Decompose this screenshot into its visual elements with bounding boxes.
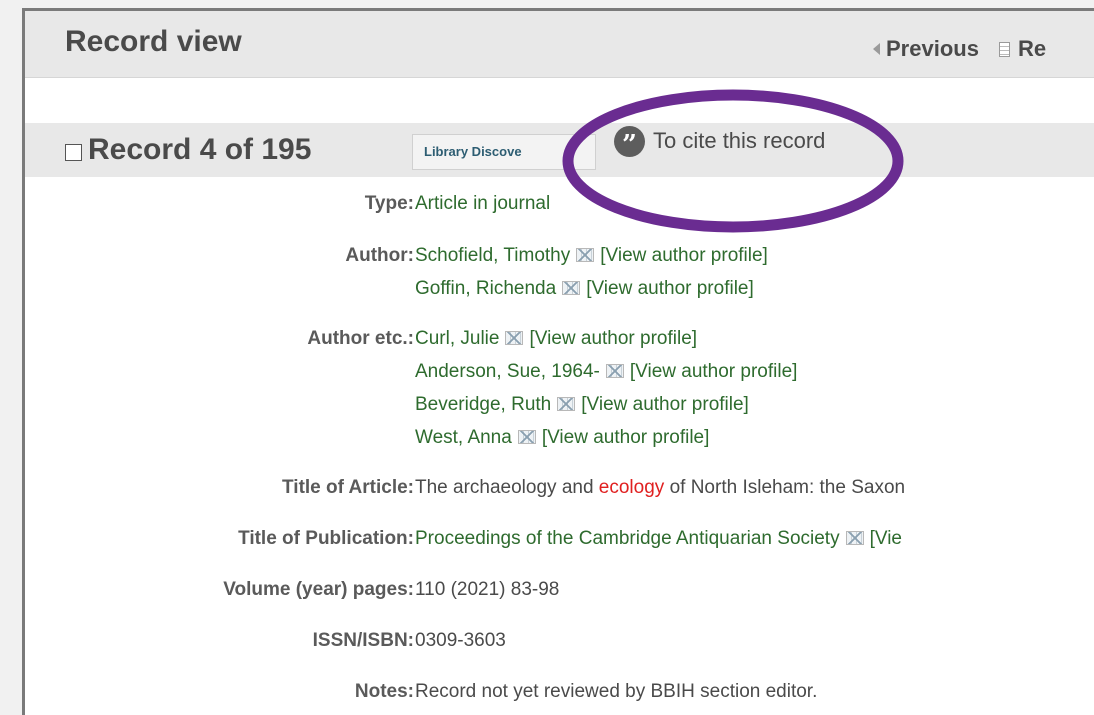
title-of-article-label: Title of Article: bbox=[282, 477, 414, 498]
record-view-panel: Record view Previous Re Record 4 of 195 … bbox=[22, 8, 1094, 715]
author-etc-entry: Beveridge, Ruth [View author profile] bbox=[415, 394, 749, 416]
author-profile-icon[interactable] bbox=[557, 397, 576, 411]
author-profile-icon[interactable] bbox=[517, 430, 536, 444]
view-author-profile-link[interactable]: [View author profile] bbox=[630, 361, 798, 382]
author-etc-entry: West, Anna [View author profile] bbox=[415, 427, 709, 449]
title-of-article-text: of North Isleham: the Saxon bbox=[664, 477, 906, 498]
author-etc-entry: Anderson, Sue, 1964- [View author profile… bbox=[415, 361, 797, 383]
author-name-link[interactable]: Schofield, Timothy bbox=[415, 245, 570, 266]
view-author-profile-link[interactable]: [View author profile] bbox=[586, 278, 754, 299]
volume-label: Volume (year) pages: bbox=[223, 579, 414, 600]
issn-label: ISSN/ISBN: bbox=[312, 630, 414, 651]
author-name-link[interactable]: Goffin, Richenda bbox=[415, 278, 556, 299]
notes-value: Record not yet reviewed by BBIH section … bbox=[415, 681, 818, 702]
return-link[interactable]: Re bbox=[1018, 36, 1046, 62]
volume-value: 110 (2021) 83-98 bbox=[415, 579, 560, 600]
type-label: Type: bbox=[364, 193, 414, 214]
author-profile-icon[interactable] bbox=[605, 364, 624, 378]
author-etc-label: Author etc.: bbox=[307, 328, 414, 349]
title-of-article-text: The archaeology and bbox=[415, 477, 599, 498]
author-name-link[interactable]: Beveridge, Ruth bbox=[415, 394, 551, 415]
author-name-link[interactable]: West, Anna bbox=[415, 427, 512, 448]
view-author-profile-link[interactable]: [View author profile] bbox=[542, 427, 710, 448]
author-etc-entry: Curl, Julie [View author profile] bbox=[415, 328, 697, 350]
title-of-article-value: The archaeology and ecology of North Isl… bbox=[415, 477, 905, 499]
author-profile-icon[interactable] bbox=[505, 331, 524, 345]
author-label: Author: bbox=[345, 245, 414, 266]
author-profile-icon[interactable] bbox=[576, 248, 595, 262]
author-name-link[interactable]: Curl, Julie bbox=[415, 328, 499, 349]
select-record-checkbox[interactable] bbox=[65, 144, 82, 161]
record-count: Record 4 of 195 bbox=[88, 133, 312, 166]
page-title: Record view bbox=[65, 25, 242, 58]
title-of-publication-entry: Proceedings of the Cambridge Antiquarian… bbox=[415, 528, 902, 550]
record-navigation: Previous Re bbox=[873, 36, 1046, 62]
author-name-link[interactable]: Anderson, Sue, 1964- bbox=[415, 361, 600, 382]
publication-profile-icon[interactable] bbox=[845, 531, 864, 545]
quote-icon: ” bbox=[614, 126, 645, 160]
author-entry: Schofield, Timothy [View author profile] bbox=[415, 245, 768, 267]
type-value: Article in journal bbox=[415, 193, 551, 214]
record-view-header: Record view Previous Re bbox=[25, 11, 1094, 78]
cite-record-link[interactable]: To cite this record bbox=[653, 128, 825, 154]
previous-link[interactable]: Previous bbox=[886, 36, 979, 62]
view-publication-profile-link[interactable]: [Vie bbox=[870, 528, 902, 549]
view-author-profile-link[interactable]: [View author profile] bbox=[581, 394, 749, 415]
search-term-highlight: ecology bbox=[598, 477, 665, 498]
view-author-profile-link[interactable]: [View author profile] bbox=[600, 245, 768, 266]
publication-link[interactable]: Proceedings of the Cambridge Antiquarian… bbox=[415, 528, 840, 549]
library-discovery-button[interactable]: Library Discove bbox=[412, 134, 596, 170]
chevron-left-icon bbox=[873, 43, 880, 55]
title-of-publication-label: Title of Publication: bbox=[238, 528, 414, 549]
notes-label: Notes: bbox=[354, 681, 414, 702]
author-entry: Goffin, Richenda [View author profile] bbox=[415, 278, 754, 300]
view-author-profile-link[interactable]: [View author profile] bbox=[529, 328, 697, 349]
issn-value: 0309-3603 bbox=[415, 630, 506, 651]
document-icon bbox=[998, 41, 1010, 57]
author-profile-icon[interactable] bbox=[562, 281, 581, 295]
